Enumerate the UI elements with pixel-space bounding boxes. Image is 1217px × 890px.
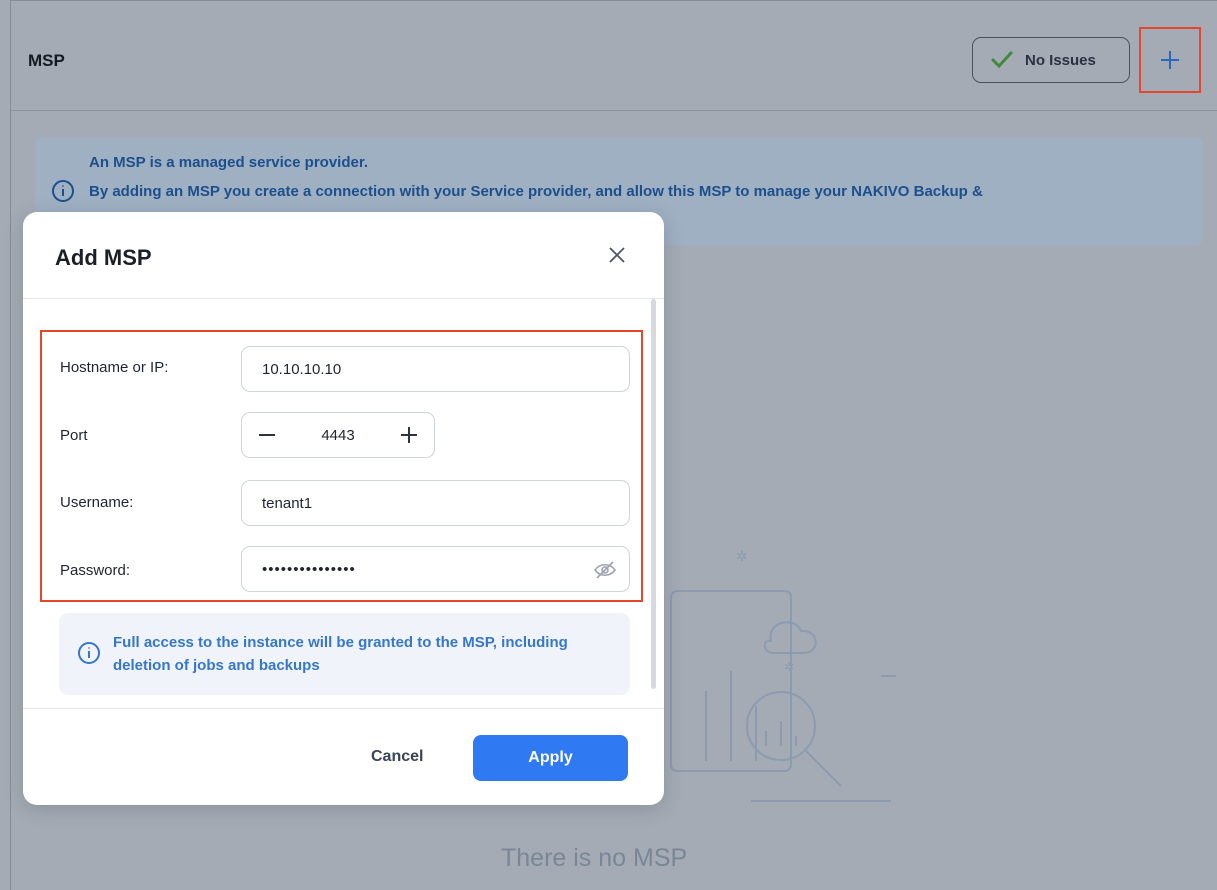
close-button[interactable] <box>605 243 629 267</box>
page-title: MSP <box>28 51 65 70</box>
status-badge[interactable]: No Issues <box>972 37 1130 83</box>
plus-icon <box>401 427 417 443</box>
password-input[interactable]: ••••••••••••••• <box>241 546 630 592</box>
hostname-input[interactable]: 10.10.10.10 <box>241 346 630 392</box>
password-label: Password: <box>60 562 131 579</box>
dialog-title: Add MSP <box>55 245 152 270</box>
port-decrement-button[interactable] <box>242 413 292 457</box>
username-label: Username: <box>60 494 134 511</box>
hostname-label: Hostname or IP: <box>60 359 169 376</box>
close-icon <box>609 247 625 263</box>
access-warning: Full access to the instance will be gran… <box>59 613 630 695</box>
port-stepper: 4443 <box>241 412 435 458</box>
dialog-scrollbar[interactable] <box>651 299 656 689</box>
info-icon <box>52 180 74 202</box>
cancel-button[interactable]: Cancel <box>371 748 423 766</box>
plus-icon <box>1161 51 1179 69</box>
minus-icon <box>259 434 275 436</box>
password-value: ••••••••••••••• <box>262 560 356 578</box>
add-msp-dialog: Add MSP Hostname or IP: 10.10.10.10 Port… <box>23 212 664 805</box>
svg-text:✲: ✲ <box>736 549 748 565</box>
empty-state-illustration: ✲ ✲ <box>670 549 896 802</box>
username-input[interactable]: tenant1 <box>241 480 630 526</box>
add-msp-button[interactable] <box>1139 27 1201 93</box>
dialog-divider-bottom <box>23 708 664 709</box>
apply-button[interactable]: Apply <box>473 735 628 781</box>
access-warning-text: Full access to the instance will be gran… <box>113 634 568 674</box>
status-label: No Issues <box>1025 51 1096 69</box>
hidden-eye-icon[interactable] <box>593 560 617 580</box>
info-banner-line1: An MSP is a managed service provider. <box>89 154 369 171</box>
page-header: MSP No Issues <box>11 1 1217 111</box>
info-banner-line2: By adding an MSP you create a connection… <box>89 183 983 200</box>
port-label: Port <box>60 427 88 444</box>
port-value[interactable]: 4443 <box>292 427 384 444</box>
svg-text:✲: ✲ <box>784 660 794 674</box>
checkmark-icon <box>991 51 1013 69</box>
info-icon <box>78 642 100 664</box>
dialog-divider-top <box>23 298 664 299</box>
port-increment-button[interactable] <box>384 413 434 457</box>
empty-state-message: There is no MSP <box>501 844 688 872</box>
